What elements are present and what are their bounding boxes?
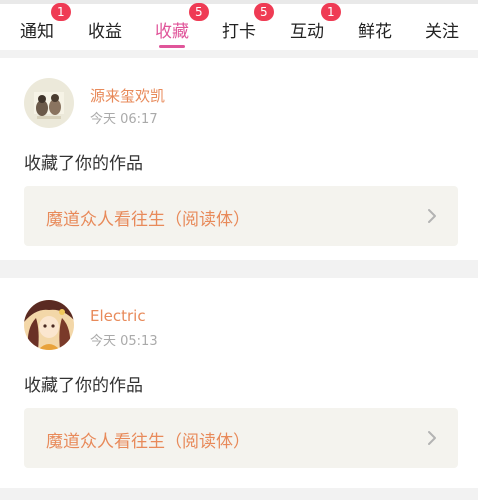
tab-badge-favorites: 5 [189,3,209,21]
tab-label: 收藏 [155,22,189,42]
avatar-image [24,78,74,128]
tab-badge-checkin: 5 [254,3,274,21]
tab-flowers[interactable]: 鲜花 [358,17,392,42]
top-divider [0,0,478,4]
action-text: 收藏了你的作品 [24,376,143,396]
avatar-image [24,300,74,350]
tab-label: 通知 [20,22,54,42]
tab-interaction[interactable]: 互动 [290,17,324,42]
username[interactable]: 源来玺欢凯 [90,85,165,106]
tab-label: 互动 [290,22,324,42]
notification-card: 源来玺欢凯 今天 06:17 收藏了你的作品 魔道众人看往生（阅读体） [0,58,478,260]
tab-label: 关注 [425,22,459,42]
active-tab-indicator [159,45,185,48]
avatar[interactable] [24,300,74,350]
chevron-right-icon [428,431,436,445]
work-title: 魔道众人看往生（阅读体） [46,210,250,230]
tab-checkin[interactable]: 打卡 [222,17,256,42]
work-link[interactable]: 魔道众人看往生（阅读体） [24,186,458,246]
tab-label: 收益 [88,22,122,42]
username[interactable]: Electric [90,307,146,325]
tab-badge-notifications: 1 [51,3,71,21]
tab-bar: 通知 1 收益 收藏 5 打卡 5 互动 1 鲜花 关注 [0,0,478,50]
tab-badge-interaction: 1 [321,3,341,21]
chevron-right-icon [428,209,436,223]
tab-label: 鲜花 [358,22,392,42]
tab-label: 打卡 [222,22,256,42]
work-title: 魔道众人看往生（阅读体） [46,432,250,452]
timestamp: 今天 05:13 [90,334,158,349]
timestamp: 今天 06:17 [90,112,158,127]
notification-card: Electric 今天 05:13 收藏了你的作品 魔道众人看往生（阅读体） [0,278,478,488]
work-link[interactable]: 魔道众人看往生（阅读体） [24,408,458,468]
tab-earnings[interactable]: 收益 [88,17,122,42]
avatar[interactable] [24,78,74,128]
tab-following[interactable]: 关注 [425,17,459,42]
tab-favorites[interactable]: 收藏 [155,17,189,48]
action-text: 收藏了你的作品 [24,154,143,174]
tab-notifications[interactable]: 通知 [20,17,54,42]
